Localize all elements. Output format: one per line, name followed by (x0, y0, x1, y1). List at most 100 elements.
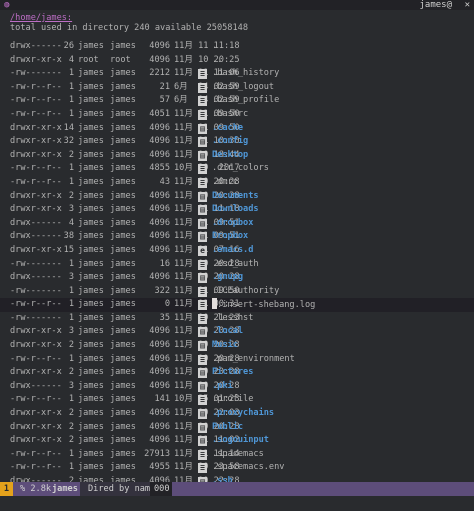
file-row[interactable]: drwxr-xr-x2jamesjames409611月 10 18:44▤De… (0, 149, 474, 163)
file-name[interactable]: Downloads (212, 203, 259, 217)
file-metadata: drwxr-xr-x3jamesjames409611月 10 20:28 (10, 325, 240, 339)
file-row[interactable]: drwxr-xr-x3jamesjames409611月 11 11:18▤Do… (0, 203, 474, 217)
directory-path[interactable]: /home/james: (10, 13, 72, 23)
file-row[interactable]: drwxr-xr-x14jamesjames409611月 11 09:50▤.… (0, 122, 474, 136)
file-name[interactable]: .dropbox (212, 217, 253, 231)
link-count: 4 (68, 217, 74, 228)
file-name[interactable]: .dmrc (212, 176, 238, 190)
file-name[interactable]: .sogouinput (212, 434, 269, 448)
file-row[interactable]: -rw-r--r--1jamesjames14110月 25 01:23≡.pr… (0, 393, 474, 407)
file-row[interactable]: drwx------3jamesjames409611月 10 20:28▤.p… (0, 380, 474, 394)
file-icon: ≡ (198, 177, 207, 188)
link-count: 1 (68, 176, 74, 187)
file-metadata: -rw-r--r--1jamesjames011月 11 00:31 (10, 298, 240, 312)
file-name[interactable]: . (212, 40, 217, 54)
file-row[interactable]: drwx------ 26 james james 4096 11月 11 11:18. (0, 40, 474, 54)
file-size: 21 (159, 81, 170, 92)
file-name[interactable]: .lesshst (212, 312, 253, 326)
file-size: 16 (159, 258, 170, 269)
file-name[interactable]: .dir_colors (212, 162, 269, 176)
file-metadata: drwxr-xr-x15jamesjames409611月 11 07:16 (10, 244, 240, 258)
file-row[interactable]: drwxr-xr-x2jamesjames409611月 10 20:28▤Mu… (0, 339, 474, 353)
window-number-badge[interactable]: 1 (0, 482, 13, 496)
file-name[interactable]: Dropbox (212, 230, 248, 244)
file-row[interactable]: -rw-------1jamesjames32211月 11 09:50≡.IC… (0, 285, 474, 299)
minibuffer[interactable] (0, 496, 474, 511)
file-metadata: drwxr-xr-x2jamesjames409611月 10 20:28 (10, 421, 240, 435)
file-permissions: drwxr-xr-x (10, 408, 62, 419)
file-row[interactable]: -rw-r--r--1jamesjames216月 14 02:59≡.bash… (0, 81, 474, 95)
file-name[interactable]: .bash_logout (212, 81, 274, 95)
file-name[interactable]: Pictures (212, 366, 253, 380)
file-size: 4855 (149, 163, 170, 174)
file-row[interactable]: drwxr-xr-x32jamesjames409611月 11 10:30▤.… (0, 135, 474, 149)
file-row[interactable]: drwx------2jamesjames409611月 10 22:28▤.s… (0, 475, 474, 482)
file-size: 4096 (149, 136, 170, 147)
file-metadata: -rw-r--r--1jamesjames216月 14 02:59 (10, 81, 240, 95)
file-name[interactable]: .ICEauthority (212, 285, 279, 299)
file-name[interactable]: .insert-shebang.log (212, 298, 315, 313)
file-row[interactable]: drwxr-xr-x15jamesjames409611月 11 07:16e.… (0, 244, 474, 258)
file-row[interactable]: -rw-r--r--1jamesjames409611月 10 20:28≡.p… (0, 353, 474, 367)
file-permissions: drwx------ (10, 41, 62, 51)
file-row[interactable]: drwx------3jamesjames409611月 10 20:28▤.g… (0, 271, 474, 285)
file-row[interactable]: drwxr-xr-x2jamesjames409611月 10 20:28▤Do… (0, 190, 474, 204)
file-name[interactable]: .bashrc (212, 108, 248, 122)
link-count: 4 (68, 54, 74, 65)
file-name[interactable]: .bash_profile (212, 94, 279, 108)
file-row[interactable]: -rw-r--r--1jamesjames2791311月 11 11:14≡.… (0, 448, 474, 462)
file-name[interactable]: .pam_environment (212, 353, 295, 367)
file-owner: james (78, 163, 104, 174)
file-icon: ≡ (198, 449, 207, 460)
folder-icon: ▤ (198, 205, 207, 216)
file-size: 141 (154, 394, 170, 405)
file-group: james (110, 312, 136, 323)
file-name[interactable]: .proxychains (212, 407, 274, 421)
file-name[interactable]: .cache (212, 122, 243, 136)
file-row[interactable]: -rw-------1jamesjames1611月 10 20:28≡.esd… (0, 258, 474, 272)
file-row[interactable]: drwx------4jamesjames409611月 11 09:51▤.d… (0, 217, 474, 231)
file-name[interactable]: .spacemacs (212, 448, 264, 462)
file-name[interactable]: .profile (212, 393, 253, 407)
file-row[interactable]: drwxr-xr-x2jamesjames409611月 10 20:28▤Pi… (0, 366, 474, 380)
file-row[interactable]: -rw-------1jamesjames3511月 10 21:23≡.les… (0, 312, 474, 326)
file-row[interactable]: drwx------38jamesjames409611月 11 09:51▤D… (0, 230, 474, 244)
file-row[interactable]: drwxr-xr-x2jamesjames409611月 10 22:03▤.p… (0, 407, 474, 421)
file-name[interactable]: .bash_history (212, 67, 279, 81)
file-name[interactable]: .emacs.d (212, 244, 253, 258)
file-name[interactable]: .esd_auth (212, 258, 259, 272)
file-name[interactable]: Public (212, 421, 243, 435)
file-name[interactable]: Documents (212, 190, 259, 204)
file-row[interactable]: drwxr-xr-x2jamesjames409611月 10 20:28▤Pu… (0, 421, 474, 435)
file-name[interactable]: .local (212, 325, 243, 339)
file-name[interactable]: .config (212, 135, 248, 149)
link-count: 1 (68, 81, 74, 92)
major-mode[interactable]: Dired by name (88, 482, 155, 496)
file-row[interactable]: -rw-------1jamesjames221211月 11 11:06≡.b… (0, 67, 474, 81)
file-row[interactable]: drwxr-xr-x2jamesjames409611月 11 11:02▤.s… (0, 434, 474, 448)
file-row[interactable]: -rw-r--r--1jamesjames495511月 10 23:58≡.s… (0, 461, 474, 475)
file-name[interactable]: .gnupg (212, 271, 243, 285)
file-owner: james (78, 380, 104, 391)
file-row[interactable]: -rw-r--r--1jamesjames485510月 30 2017≡.di… (0, 162, 474, 176)
file-size: 0 (164, 299, 170, 310)
file-name[interactable]: Music (212, 339, 238, 353)
dired-buffer[interactable]: /home/james: total used in directory 240… (0, 10, 474, 482)
file-row[interactable]: drwxr-xr-x 4 root root 4096 11月 10 20:25.. (0, 54, 474, 68)
file-name[interactable]: .ssh (212, 475, 233, 482)
file-name[interactable]: Desktop (212, 149, 248, 163)
file-name[interactable]: .. (212, 54, 222, 68)
file-metadata: -rw-------1jamesjames221211月 11 11:06 (10, 67, 240, 81)
file-name[interactable]: .pki (212, 380, 233, 394)
buffer-name[interactable]: james (52, 482, 78, 496)
file-row[interactable]: -rw-r--r--1jamesjames4311月 10 20:28≡.dmr… (0, 176, 474, 190)
file-metadata: drwx------4jamesjames409611月 11 09:51 (10, 217, 240, 231)
file-row[interactable]: drwxr-xr-x3jamesjames409611月 10 20:28▤.l… (0, 325, 474, 339)
file-row[interactable]: -rw-r--r--1jamesjames405111月 11 09:50≡.b… (0, 108, 474, 122)
close-button[interactable]: ✕ (465, 0, 470, 10)
file-group: james (110, 476, 136, 482)
file-name[interactable]: .spacemacs.env (212, 461, 284, 475)
file-row[interactable]: -rw-r--r--1jamesjames576月 14 02:59≡.bash… (0, 94, 474, 108)
file-owner: james (78, 122, 104, 133)
file-row[interactable]: -rw-r--r--1jamesjames011月 11 00:31≡.inse… (0, 298, 474, 312)
